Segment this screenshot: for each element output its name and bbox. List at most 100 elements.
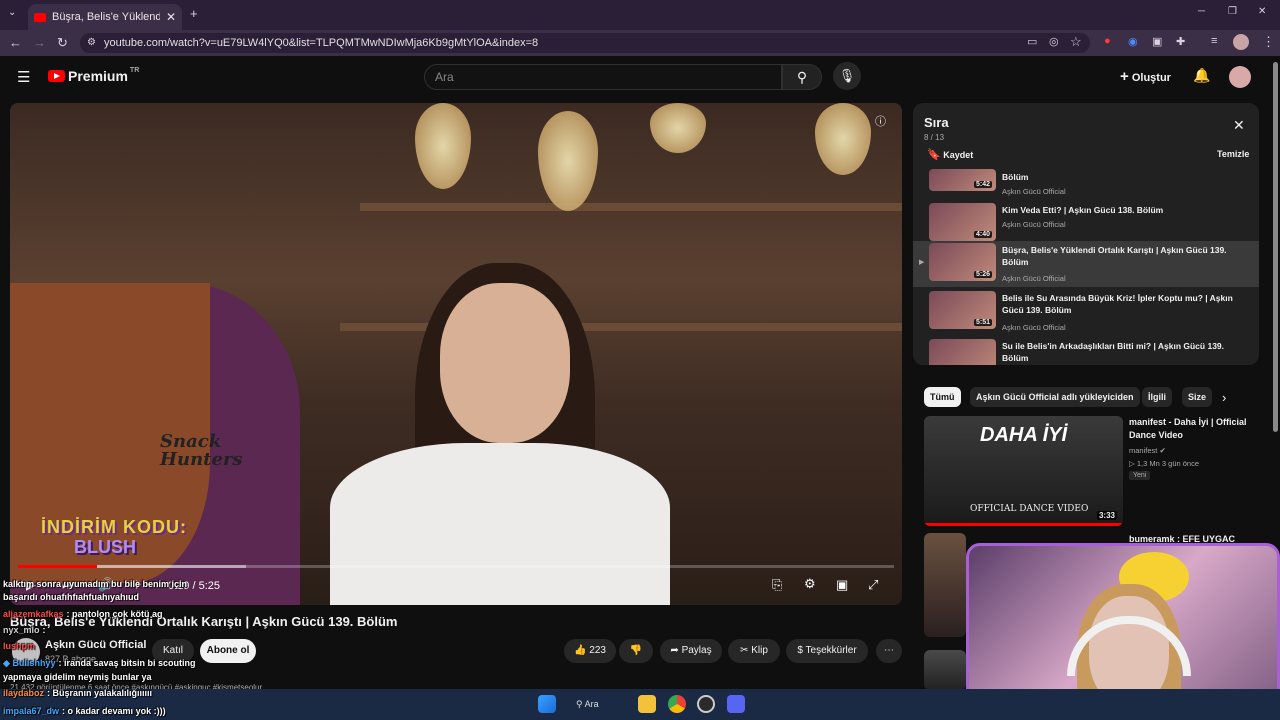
discord-icon[interactable] — [727, 695, 745, 713]
queue-duration: 5:51 — [973, 319, 992, 326]
share-label: Paylaş — [681, 645, 712, 656]
dislike-button[interactable]: 👎 — [619, 639, 653, 663]
hamburger-menu-icon[interactable]: ☰ — [17, 68, 30, 86]
taskbar-search[interactable]: ⚲ Ara — [576, 696, 624, 713]
taskbar-search-label: Ara — [584, 699, 599, 709]
info-icon[interactable]: ⓘ — [875, 113, 886, 129]
extensions-puzzle-icon[interactable]: ✚ — [1176, 35, 1185, 48]
create-button[interactable]: + Oluştur — [1120, 68, 1171, 85]
recommendation-thumbnail[interactable] — [924, 533, 966, 637]
reload-icon[interactable]: ↻ — [57, 35, 68, 51]
queue-item[interactable]: 5:51 Belis ile Su Arasında Büyük Kriz! İ… — [913, 289, 1259, 335]
recommendation-title[interactable]: manifest - Daha İyi | Official Dance Vid… — [1129, 416, 1249, 442]
share-icon: ➦ — [670, 645, 679, 656]
pendant-lamp — [538, 111, 598, 211]
bookmark-icon: 🔖 — [927, 149, 941, 161]
forward-icon[interactable]: → — [33, 35, 46, 50]
queue-close-icon[interactable]: ✕ — [1233, 117, 1245, 134]
chat-line: yapmaya gidelim neymiş bunlar ya — [3, 672, 152, 682]
queue-item[interactable]: Su ile Belis'in Arkadaşlıkları Bitti mi?… — [913, 337, 1259, 365]
fullscreen-icon[interactable]: ⤢ — [868, 577, 878, 593]
queue-save-button[interactable]: 🔖 Kaydet — [927, 148, 973, 161]
queue-item-channel: Aşkın Gücü Official — [1002, 220, 1066, 229]
chip-all[interactable]: Tümü — [924, 387, 961, 407]
page-scrollbar[interactable] — [1272, 56, 1280, 436]
profile-avatar[interactable] — [1233, 34, 1249, 50]
media-controls-icon[interactable]: ≡ — [1211, 35, 1217, 47]
queue-item[interactable]: 5:42 Bölüm Aşkın Gücü Official — [913, 169, 1259, 197]
clip-label: Klip — [751, 645, 768, 656]
recommendation-thumbnail[interactable] — [924, 650, 966, 690]
file-explorer-icon[interactable] — [638, 695, 656, 713]
youtube-logo[interactable]: Premium TR — [48, 67, 139, 84]
chat-line: impala67_dw: o kadar devamı yok :))) — [3, 706, 166, 716]
chat-username: lushpm — [3, 641, 36, 651]
shirt-print-text: Snack Hunters — [160, 431, 243, 470]
tab-close-icon[interactable]: ✕ — [166, 10, 176, 24]
tracking-eye-icon[interactable]: ◎ — [1049, 35, 1059, 48]
thanks-button[interactable]: $ Teşekkürler — [786, 639, 868, 663]
queue-item-title: Belis ile Su Arasında Büyük Kriz! İpler … — [1002, 293, 1233, 315]
more-actions-button[interactable]: ⋯ — [876, 639, 902, 663]
obs-icon[interactable] — [697, 695, 715, 713]
tab-title: Büşra, Belis'e Yüklendi Ortalık K — [52, 11, 160, 23]
chips-next-icon[interactable]: › — [1222, 390, 1226, 405]
browser-menu-icon[interactable]: ⋮ — [1262, 34, 1275, 50]
chrome-icon[interactable] — [668, 695, 686, 713]
queue-clear-button[interactable]: Temizle — [1217, 149, 1249, 159]
notifications-bell-icon[interactable]: 🔔 — [1193, 67, 1210, 84]
youtube-header: ☰ Premium TR Ara ⚲ 🎙 + Oluştur 🔔 — [0, 56, 1280, 100]
thumbnail-subtext: OFFICIAL DANCE VIDEO — [970, 504, 1089, 514]
woman-center-shirt — [330, 443, 670, 605]
subscribe-button[interactable]: Abone ol — [200, 639, 256, 663]
search-input[interactable]: Ara — [424, 64, 782, 90]
minimize-icon[interactable]: ─ — [1198, 6, 1205, 17]
queue-item-current[interactable]: ▶ 5:26 Büşra, Belis'e Yüklendi Ortalık K… — [913, 241, 1259, 287]
extension-dark-icon[interactable]: ▣ — [1152, 35, 1162, 48]
woman-left-figure — [10, 283, 300, 605]
like-button[interactable]: 👍 223 — [564, 639, 616, 663]
pendant-lamp — [650, 103, 706, 153]
windows-start-icon[interactable] — [538, 695, 556, 713]
chat-line: aljazemkafkas: pantolon çok kötü ag — [3, 609, 163, 619]
chat-message: kalktım sonra uyumadım bu bile benim içi… — [3, 579, 188, 589]
channel-name[interactable]: Aşkın Gücü Official — [45, 639, 146, 651]
close-window-icon[interactable]: ✕ — [1258, 6, 1266, 17]
recommendation-channel[interactable]: manifest ✔ — [1129, 445, 1166, 456]
scrollbar-thumb[interactable] — [1273, 62, 1278, 432]
chip-uploader[interactable]: Aşkın Gücü Official adlı yükleyiciden — [970, 387, 1140, 407]
settings-gear-icon[interactable]: ⚙ — [804, 576, 816, 592]
recommendation-channel-name: manifest — [1129, 446, 1158, 455]
verified-icon: ✔ — [1159, 446, 1166, 455]
new-badge: Yeni — [1129, 471, 1151, 480]
extension-red-icon[interactable]: ● — [1104, 35, 1111, 47]
recommendation-thumbnail[interactable]: DAHA İYİ OFFICIAL DANCE VIDEO 3:33 — [924, 416, 1123, 526]
chat-username: impala67_dw — [3, 706, 60, 716]
browser-toolbar: ← → ↻ ⚙ youtube.com/watch?v=uE79LW4lYQ0&… — [0, 30, 1280, 56]
video-progress-bar[interactable] — [18, 565, 894, 568]
cast-icon[interactable]: ▭ — [1027, 35, 1037, 48]
back-icon[interactable]: ← — [9, 35, 22, 50]
chip-for-you[interactable]: Size — [1182, 387, 1212, 407]
tab-search-icon[interactable]: ⌄ — [8, 7, 16, 18]
browser-tab[interactable]: Büşra, Belis'e Yüklendi Ortalık K ✕ — [28, 4, 182, 30]
miniplayer-icon[interactable]: ▣ — [836, 577, 848, 593]
bookmark-star-icon[interactable]: ☆ — [1070, 34, 1082, 50]
chat-message: o kadar devamı yok :))) — [67, 706, 166, 716]
chat-message: başarıdı ohuafıhfıahfuahıyahıud — [3, 592, 140, 602]
site-info-icon[interactable]: ⚙ — [87, 33, 96, 53]
extension-blue-icon[interactable]: ◉ — [1128, 35, 1138, 48]
maximize-icon[interactable]: ❐ — [1228, 6, 1237, 17]
kitchen-shelf — [360, 203, 902, 211]
address-field[interactable]: ⚙ youtube.com/watch?v=uE79LW4lYQ0&list=T… — [80, 33, 1090, 53]
share-button[interactable]: ➦ Paylaş — [660, 639, 722, 663]
voice-search-button[interactable]: 🎙 — [833, 62, 861, 90]
subtitles-icon[interactable]: ⎘ — [772, 577, 782, 593]
new-tab-icon[interactable]: + — [190, 6, 198, 21]
chat-line: kalktım sonra uyumadım bu bile benim içi… — [3, 579, 187, 589]
video-player[interactable]: Snack Hunters İNDİRİM KODU: BLUSH ▶ ⏭ 🔊 … — [10, 103, 902, 605]
search-button[interactable]: ⚲ — [782, 64, 822, 90]
clip-button[interactable]: ✂ Klip — [728, 639, 780, 663]
chip-related[interactable]: İlgili — [1142, 387, 1172, 407]
account-avatar[interactable] — [1229, 66, 1251, 88]
